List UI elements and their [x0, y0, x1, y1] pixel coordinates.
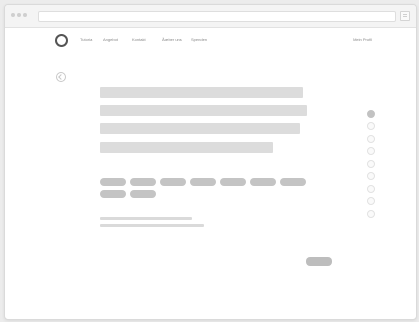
zoom-window-button[interactable]	[23, 13, 27, 17]
close-window-button[interactable]	[11, 13, 15, 17]
nav-link-angebot[interactable]: Angebot	[103, 37, 118, 42]
nav-link-ueber-uns[interactable]: Ãœber uns	[162, 37, 182, 42]
logo-icon[interactable]	[55, 34, 68, 47]
step-indicator[interactable]	[367, 210, 375, 218]
step-indicator[interactable]	[367, 197, 375, 205]
step-indicator[interactable]	[367, 160, 375, 168]
step-indicator[interactable]	[367, 135, 375, 143]
question-line	[100, 123, 300, 134]
step-indicator[interactable]	[367, 172, 375, 180]
nav-link-spenden[interactable]: Spenden	[191, 37, 207, 42]
question-line	[100, 105, 307, 116]
answer-option[interactable]	[130, 178, 156, 186]
minimize-window-button[interactable]	[17, 13, 21, 17]
nav-link-tutoria[interactable]: Tutoria	[80, 37, 92, 42]
nav-link-kontakt[interactable]: Kontakt	[132, 37, 146, 42]
browser-titlebar	[5, 5, 416, 28]
back-icon[interactable]	[56, 72, 66, 82]
question-line	[100, 142, 273, 153]
answer-option[interactable]	[160, 178, 186, 186]
hint-line	[100, 224, 204, 227]
step-indicator-current[interactable]	[367, 110, 375, 118]
question-line	[100, 87, 303, 98]
browser-window: Tutoria Angebot Kontakt Ãœber uns Spende…	[4, 4, 417, 320]
menu-line	[403, 14, 407, 15]
step-indicator[interactable]	[367, 147, 375, 155]
answer-option[interactable]	[100, 178, 126, 186]
step-indicator[interactable]	[367, 122, 375, 130]
browser-menu-button[interactable]	[400, 11, 410, 21]
address-bar[interactable]	[38, 11, 396, 22]
answer-option[interactable]	[190, 178, 216, 186]
answer-option[interactable]	[280, 178, 306, 186]
step-indicator[interactable]	[367, 185, 375, 193]
menu-line	[403, 16, 407, 17]
answer-option[interactable]	[130, 190, 156, 198]
answer-option[interactable]	[100, 190, 126, 198]
next-button[interactable]	[306, 257, 332, 266]
profile-link[interactable]: Mein Profil	[353, 37, 372, 42]
answer-option[interactable]	[220, 178, 246, 186]
hint-line	[100, 217, 192, 220]
answer-option[interactable]	[250, 178, 276, 186]
